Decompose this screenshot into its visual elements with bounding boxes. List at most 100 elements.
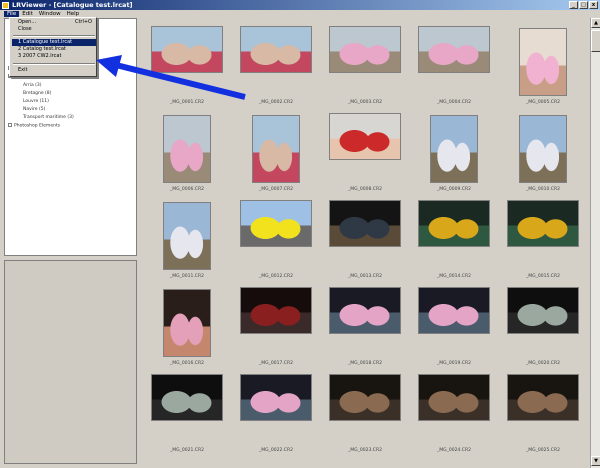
tree-item-keyword[interactable]: Transport maritime (3) [23,115,74,120]
thumbnail-caption: _MG_0015.CR2 [526,274,560,279]
thumbnail-cell[interactable]: _MG_0015.CR2 [500,196,586,283]
scroll-thumb[interactable] [591,30,600,52]
thumbnail-cell[interactable]: _MG_0012.CR2 [233,196,319,283]
thumbnail-cell[interactable]: _MG_0004.CR2 [411,22,497,109]
thumbnail-image[interactable] [163,289,211,357]
thumbnail-image[interactable] [163,202,211,270]
thumbnail-cell[interactable]: _MG_0024.CR2 [411,370,497,457]
window-title: LRViewer - [Catalogue test.lrcat] [12,1,133,9]
thumbnail-cell[interactable]: _MG_0011.CR2 [144,196,230,283]
thumbnail-caption: _MG_0025.CR2 [526,448,560,453]
vertical-scrollbar[interactable]: ▲ ▼ [590,18,600,468]
thumbnail-cell[interactable]: _MG_0007.CR2 [233,109,319,196]
menu-item-close[interactable]: Close [12,26,96,33]
thumbnail-image[interactable] [507,374,579,421]
thumbnail-cell[interactable]: _MG_0001.CR2 [144,22,230,109]
thumbnail-image[interactable] [519,115,567,183]
menu-item-open[interactable]: Open... Ctrl+O [12,19,96,26]
thumbnail-image[interactable] [329,200,401,247]
tree-item-keyword[interactable]: Arria (3) [23,83,42,88]
thumbnail-caption: _MG_0021.CR2 [170,448,204,453]
thumbnail-caption: _MG_0020.CR2 [526,361,560,366]
thumbnail-cell[interactable]: _MG_0008.CR2 [322,109,408,196]
minimize-button[interactable]: _ [569,1,578,9]
thumbnail-image[interactable] [430,115,478,183]
thumbnail-caption: _MG_0003.CR2 [348,100,382,105]
thumbnail-image[interactable] [329,287,401,334]
thumbnail-image[interactable] [240,200,312,247]
menu-item-recent-3[interactable]: 3 2007 CW2.lrcat [12,53,96,60]
thumbnail-cell[interactable]: _MG_0002.CR2 [233,22,319,109]
menu-separator [13,63,95,65]
tree-item-photoshop-elements[interactable]: Photoshop Elements [8,123,60,129]
thumbnail-cell[interactable]: _MG_0013.CR2 [322,196,408,283]
menu-item-recent-2[interactable]: 2 Catalog test.lrcat [12,46,96,53]
thumbnail-caption: _MG_0016.CR2 [170,361,204,366]
tree-item-keyword[interactable]: Navire (5) [23,107,45,112]
thumbnail-image[interactable] [507,200,579,247]
thumbnail-caption: _MG_0017.CR2 [259,361,293,366]
app-icon [2,1,9,9]
thumbnail-caption: _MG_0011.CR2 [170,274,204,279]
scroll-up-icon[interactable]: ▲ [591,18,600,28]
thumbnail-cell[interactable]: _MG_0005.CR2 [500,22,586,109]
thumbnail-caption: _MG_0012.CR2 [259,274,293,279]
expand-icon[interactable] [8,123,12,127]
scroll-down-icon[interactable]: ▼ [591,456,600,466]
thumbnail-cell[interactable]: _MG_0009.CR2 [411,109,497,196]
thumbnail-grid: _MG_0001.CR2 _MG_0002.CR2 _MG_0003.CR2 _MG_… [141,18,590,466]
thumbnail-caption: _MG_0002.CR2 [259,100,293,105]
tree-item-keyword[interactable]: Bretagne (8) [23,91,51,96]
thumbnail-cell[interactable]: _MG_0019.CR2 [411,283,497,370]
thumbnail-image[interactable] [507,287,579,334]
thumbnail-image[interactable] [418,374,490,421]
thumbnail-cell[interactable]: _MG_0025.CR2 [500,370,586,457]
thumbnail-cell[interactable]: _MG_0017.CR2 [233,283,319,370]
thumbnail-cell[interactable]: _MG_0022.CR2 [233,370,319,457]
thumbnail-image[interactable] [240,26,312,73]
thumbnail-image[interactable] [418,200,490,247]
thumbnail-image[interactable] [418,26,490,73]
thumbnail-caption: _MG_0022.CR2 [259,448,293,453]
thumbnail-caption: _MG_0007.CR2 [259,187,293,192]
thumbnail-image[interactable] [252,115,300,183]
thumbnail-cell[interactable]: _MG_0016.CR2 [144,283,230,370]
thumbnail-caption: _MG_0001.CR2 [170,100,204,105]
thumbnail-image[interactable] [329,374,401,421]
thumbnail-cell[interactable]: _MG_0006.CR2 [144,109,230,196]
tree-item-keyword[interactable]: Louvre (11) [23,99,49,104]
close-button[interactable]: x [589,1,598,9]
menu-item-recent-1[interactable]: 1 Catalogue test.lrcat [12,39,96,46]
thumbnail-image[interactable] [329,26,401,73]
thumbnail-cell[interactable]: _MG_0010.CR2 [500,109,586,196]
thumbnail-caption: _MG_0006.CR2 [170,187,204,192]
thumbnail-caption: _MG_0005.CR2 [526,100,560,105]
thumbnail-image[interactable] [418,287,490,334]
thumbnail-cell[interactable]: _MG_0014.CR2 [411,196,497,283]
thumbnail-image[interactable] [163,115,211,183]
thumbnail-image[interactable] [240,287,312,334]
thumbnail-caption: _MG_0013.CR2 [348,274,382,279]
thumbnail-caption: _MG_0024.CR2 [437,448,471,453]
thumbnail-image[interactable] [240,374,312,421]
thumbnail-cell[interactable]: _MG_0018.CR2 [322,283,408,370]
thumbnail-cell[interactable]: _MG_0023.CR2 [322,370,408,457]
thumbnail-image[interactable] [151,374,223,421]
thumbnail-caption: _MG_0023.CR2 [348,448,382,453]
thumbnail-cell[interactable]: _MG_0020.CR2 [500,283,586,370]
maximize-button[interactable]: □ [579,1,588,9]
menu-separator [13,35,95,37]
title-bar: LRViewer - [Catalogue test.lrcat] _ □ x [0,0,600,10]
thumbnail-image[interactable] [151,26,223,73]
thumbnail-caption: _MG_0009.CR2 [437,187,471,192]
thumbnail-caption: _MG_0019.CR2 [437,361,471,366]
thumbnail-caption: _MG_0008.CR2 [348,187,382,192]
thumbnail-image[interactable] [519,28,567,96]
info-panel [4,260,137,464]
menu-item-exit[interactable]: Exit [12,67,96,74]
thumbnail-cell[interactable]: _MG_0021.CR2 [144,370,230,457]
thumbnail-caption: _MG_0018.CR2 [348,361,382,366]
thumbnail-caption: _MG_0010.CR2 [526,187,560,192]
thumbnail-cell[interactable]: _MG_0003.CR2 [322,22,408,109]
thumbnail-image[interactable] [329,113,401,160]
